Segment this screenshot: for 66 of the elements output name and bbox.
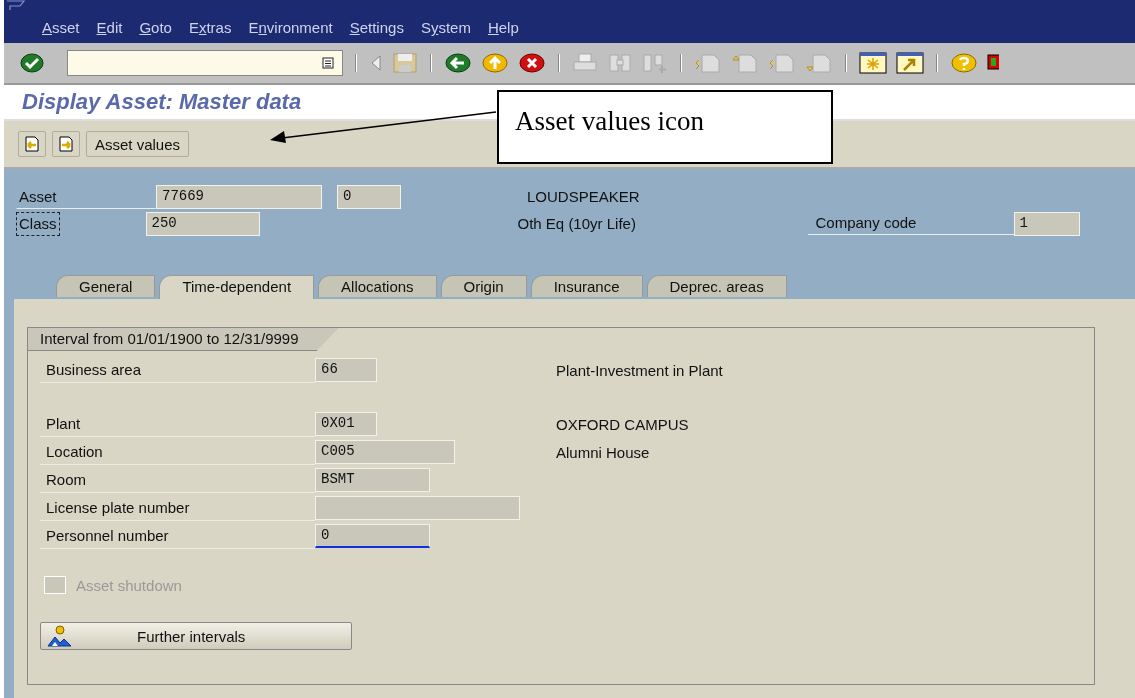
last-page-icon[interactable] [805,52,833,74]
company-code-field[interactable]: 1 [1013,211,1080,236]
menu-item[interactable]: Goto [139,18,172,38]
first-page-icon[interactable] [694,52,722,74]
menu-item[interactable]: Edit [96,18,123,38]
tab[interactable]: Allocations [318,275,437,297]
field-label: Room [40,467,315,493]
field-label: Class [16,211,60,236]
menu-item[interactable]: Extras [188,18,232,38]
next-object-button[interactable] [52,131,80,157]
field-description: OXFORD CAMPUS [556,415,689,433]
input-field[interactable]: BSMT [315,468,430,492]
next-page-icon[interactable] [768,52,796,74]
class-field[interactable]: 250 [145,211,260,236]
tab[interactable]: Deprec. areas [646,275,787,297]
menu-item[interactable]: Help [487,18,519,38]
menu-item[interactable]: Environment [248,18,333,38]
print-icon[interactable] [572,52,598,74]
arrow-left-document-icon [24,136,40,152]
tab[interactable]: Insurance [530,275,643,297]
field-label: License plate number [40,495,315,521]
asset-field[interactable]: 77669 [156,184,322,209]
input-field[interactable]: C005 [315,440,455,464]
group-title: Interval from 01/01/1900 to 12/31/9999 [28,328,339,351]
field-label: Business area [40,357,315,383]
field-description: Alumni House [556,443,650,461]
previous-object-button[interactable] [18,131,46,157]
field-label: Location [40,439,315,465]
class-description: Oth Eq (10yr Life) [517,215,637,232]
arrow-right-document-icon [58,136,74,152]
command-field[interactable] [67,50,343,76]
back-icon[interactable] [444,52,472,74]
input-field[interactable] [315,496,520,520]
help-icon[interactable] [950,52,978,74]
checkmark-icon[interactable] [20,52,44,74]
callout-box: Asset values icon [497,90,833,164]
input-field[interactable]: 66 [315,358,377,382]
new-window-icon[interactable] [859,52,887,74]
exit-icon[interactable] [481,52,509,74]
menu-item[interactable]: Settings [349,18,404,38]
field-label: Company code [807,212,1014,235]
input-field[interactable]: 0X01 [315,412,377,436]
sub-number-field[interactable]: 0 [337,184,401,209]
window-menu-icon[interactable] [6,0,26,11]
asset-description: LOUDSPEAKER [527,188,641,205]
person-mountain-icon [47,625,73,647]
field-label: Plant [40,411,315,437]
field-description: Plant-Investment in Plant [556,361,723,379]
save-icon[interactable] [392,52,418,74]
menu-item[interactable]: Asset [42,18,80,38]
dropdown-icon[interactable] [322,57,334,69]
cancel-icon[interactable] [518,52,546,74]
tab[interactable]: General [56,275,156,297]
screen-title: Display Asset: Master data [22,89,302,115]
find-next-icon[interactable] [642,52,668,74]
previous-page-icon[interactable] [731,52,759,74]
back-triangle-icon[interactable] [369,53,383,73]
menu-item[interactable]: System [420,18,471,38]
input-field[interactable]: 0 [315,524,430,548]
shortcut-icon[interactable] [896,52,924,74]
checkbox-label: Asset shutdown [76,576,182,594]
tab[interactable]: Origin [440,275,527,297]
tab[interactable]: Time-dependent [159,275,315,299]
field-label: Personnel number [40,523,315,549]
further-intervals-button[interactable]: Further intervals [40,622,352,650]
asset-values-button[interactable]: Asset values [86,131,190,157]
